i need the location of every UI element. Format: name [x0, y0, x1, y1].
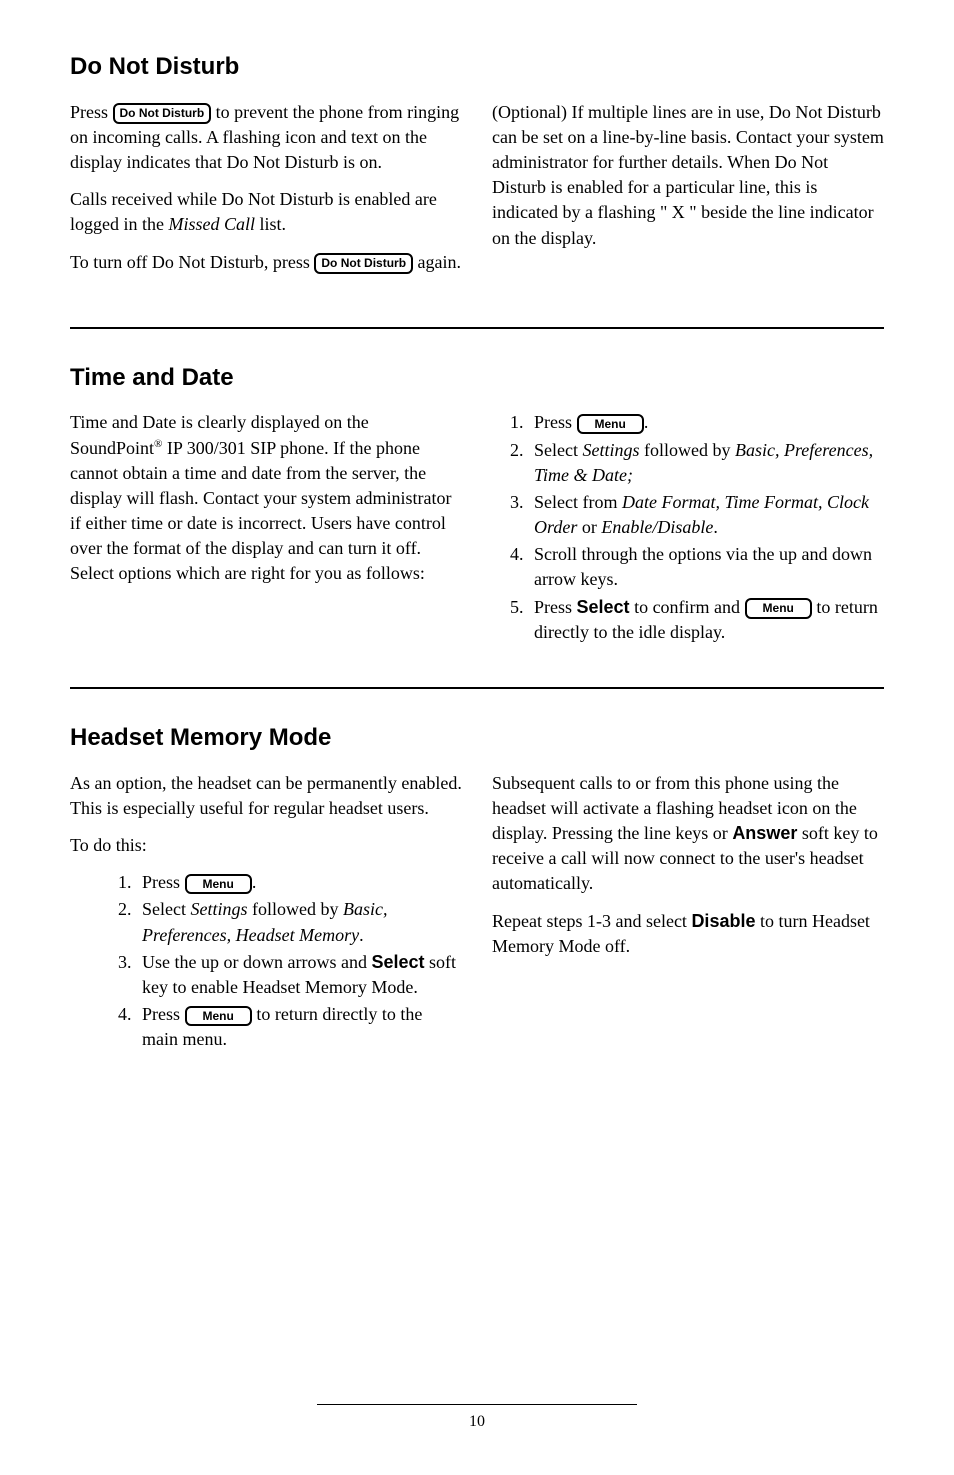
text: Press	[142, 872, 185, 892]
list-item: Select from Date Format, Time Format, Cl…	[528, 490, 884, 540]
text: list.	[255, 214, 286, 234]
section-time-and-date: Time and Date Time and Date is clearly d…	[70, 361, 884, 647]
text: To turn off Do Not Disturb, press	[70, 252, 314, 272]
paragraph: Press Do Not Disturb to prevent the phon…	[70, 100, 462, 176]
list-item: Use the up or down arrows and Select sof…	[136, 950, 462, 1000]
text: followed by	[247, 899, 342, 919]
right-column: Subsequent calls to or from this phone u…	[492, 771, 884, 1055]
two-column-layout: Press Do Not Disturb to prevent the phon…	[70, 100, 884, 287]
section-divider	[70, 687, 884, 689]
heading-do-not-disturb: Do Not Disturb	[70, 50, 884, 84]
text: to confirm and	[630, 597, 745, 617]
italic-text: Settings	[582, 440, 639, 460]
bold-text: Answer	[732, 823, 797, 843]
paragraph: As an option, the headset can be permane…	[70, 771, 462, 821]
text: Press	[142, 1004, 185, 1024]
list-item: Scroll through the options via the up an…	[528, 542, 884, 592]
paragraph: Repeat steps 1-3 and select Disable to t…	[492, 909, 884, 959]
text: Press	[70, 102, 113, 122]
right-column: Press Menu. Select Settings followed by …	[492, 410, 884, 647]
left-column: Time and Date is clearly displayed on th…	[70, 410, 462, 647]
text: Select	[142, 899, 190, 919]
text: .	[713, 517, 718, 537]
text: Use the up or down arrows and	[142, 952, 371, 972]
text: .	[359, 925, 364, 945]
text: followed by	[639, 440, 734, 460]
menu-button-icon: Menu	[577, 414, 644, 434]
paragraph: To do this:	[70, 833, 462, 858]
list-item: Press Select to confirm and Menu to retu…	[528, 595, 884, 645]
text: .	[644, 412, 649, 432]
do-not-disturb-button-icon: Do Not Disturb	[113, 103, 212, 123]
bold-text: Disable	[691, 911, 755, 931]
numbered-list: Press Menu. Select Settings followed by …	[70, 870, 462, 1052]
paragraph: Time and Date is clearly displayed on th…	[70, 410, 462, 586]
paragraph: (Optional) If multiple lines are in use,…	[492, 100, 884, 251]
left-column: As an option, the headset can be permane…	[70, 771, 462, 1055]
list-item: Press Menu.	[136, 870, 462, 895]
text: Select	[534, 440, 582, 460]
section-divider	[70, 327, 884, 329]
text: again.	[413, 252, 461, 272]
text: or	[577, 517, 601, 537]
text: Press	[534, 597, 577, 617]
paragraph: To turn off Do Not Disturb, press Do Not…	[70, 250, 462, 275]
list-item: Select Settings followed by Basic, Prefe…	[528, 438, 884, 488]
paragraph: Calls received while Do Not Disturb is e…	[70, 187, 462, 237]
paragraph: Subsequent calls to or from this phone u…	[492, 771, 884, 897]
page-number: 10	[469, 1411, 485, 1433]
bold-text: Select	[371, 952, 424, 972]
list-item: Press Menu.	[528, 410, 884, 435]
two-column-layout: Time and Date is clearly displayed on th…	[70, 410, 884, 647]
menu-button-icon: Menu	[185, 874, 252, 894]
two-column-layout: As an option, the headset can be permane…	[70, 771, 884, 1055]
italic-text: Missed Call	[168, 214, 255, 234]
text: Repeat steps 1-3 and select	[492, 911, 691, 931]
text: Select from	[534, 492, 622, 512]
text: .	[252, 872, 257, 892]
list-item: Press Menu to return directly to the mai…	[136, 1002, 462, 1052]
italic-text: Enable/Disable	[601, 517, 713, 537]
list-item: Select Settings followed by Basic, Prefe…	[136, 897, 462, 947]
numbered-list: Press Menu. Select Settings followed by …	[492, 410, 884, 645]
do-not-disturb-button-icon: Do Not Disturb	[314, 253, 413, 273]
section-headset-memory-mode: Headset Memory Mode As an option, the he…	[70, 721, 884, 1054]
text: Press	[534, 412, 577, 432]
heading-time-and-date: Time and Date	[70, 361, 884, 395]
section-do-not-disturb: Do Not Disturb Press Do Not Disturb to p…	[70, 50, 884, 287]
right-column: (Optional) If multiple lines are in use,…	[492, 100, 884, 287]
bold-text: Select	[577, 597, 630, 617]
footer-divider	[317, 1404, 637, 1405]
heading-headset-memory-mode: Headset Memory Mode	[70, 721, 884, 755]
left-column: Press Do Not Disturb to prevent the phon…	[70, 100, 462, 287]
menu-button-icon: Menu	[185, 1006, 252, 1026]
menu-button-icon: Menu	[745, 598, 812, 618]
italic-text: Settings	[190, 899, 247, 919]
text: IP 300/301 SIP phone. If the phone canno…	[70, 438, 451, 584]
